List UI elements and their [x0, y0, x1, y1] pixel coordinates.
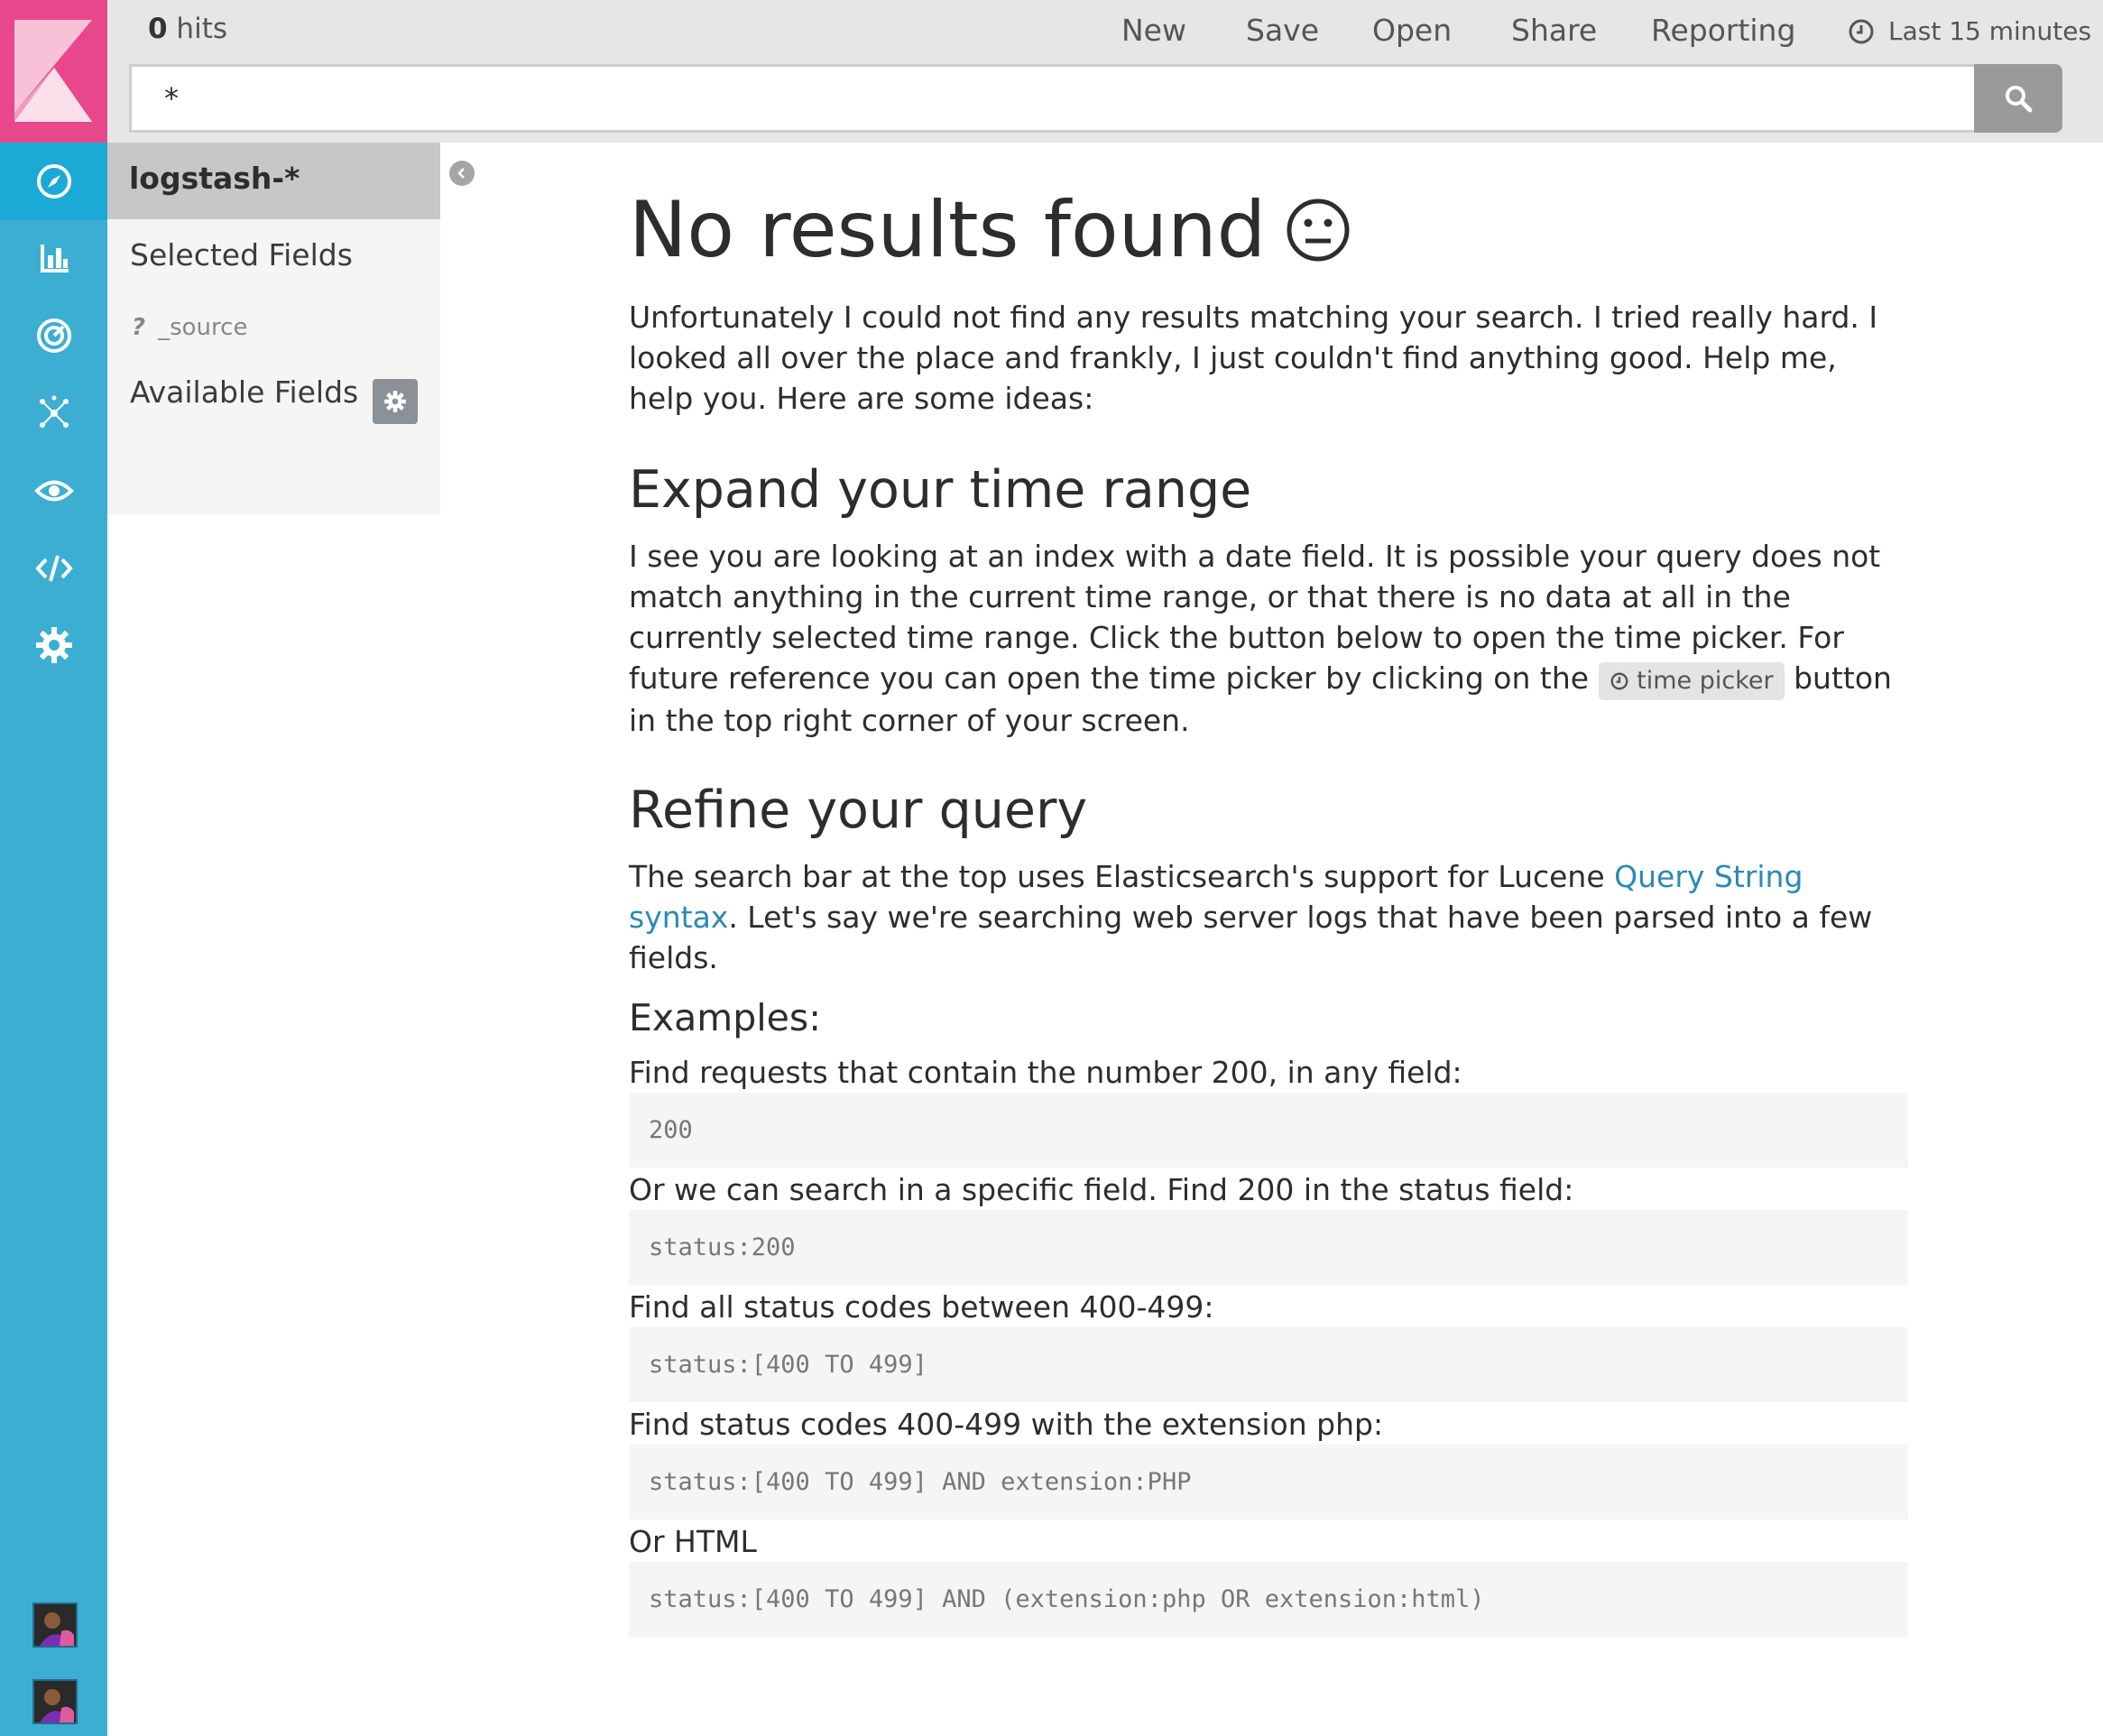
search-input[interactable]	[129, 64, 1993, 133]
neutral-face-icon	[1287, 199, 1350, 262]
available-fields-heading: Available Fields	[130, 374, 359, 410]
timelion-icon[interactable]	[0, 374, 107, 452]
example-description: Or we can search in a specific field. Fi…	[629, 1172, 1574, 1207]
dashboard-icon[interactable]	[0, 297, 107, 374]
example-code: status:[400 TO 499]	[629, 1327, 1908, 1402]
example-description: Find requests that contain the number 20…	[629, 1055, 1462, 1090]
management-icon[interactable]	[0, 606, 107, 684]
intro-text: Unfortunately I could not find any resul…	[629, 300, 1878, 416]
example-description: Find status codes 400-499 with the exten…	[629, 1407, 1384, 1442]
example-code: status:200	[629, 1210, 1908, 1285]
source-field-item[interactable]: ? _source	[132, 314, 247, 341]
save-button[interactable]: Save	[1246, 13, 1319, 48]
selected-fields-heading: Selected Fields	[130, 237, 353, 272]
search-button[interactable]	[1974, 64, 2062, 133]
gear-icon	[384, 391, 406, 412]
refine-query-text: The search bar at the top uses Elasticse…	[629, 859, 1873, 975]
clock-icon	[1610, 672, 1628, 690]
example-description: Find all status codes between 400-499:	[629, 1289, 1214, 1325]
field-settings-button[interactable]	[373, 379, 418, 424]
example-code: status:[400 TO 499] AND (extension:php O…	[629, 1562, 1908, 1637]
chevron-left-icon	[457, 168, 465, 179]
open-button[interactable]: Open	[1372, 13, 1452, 48]
time-picker-button[interactable]: Last 15 minutes	[1847, 16, 2091, 46]
time-range-text: I see you are looking at an index with a…	[629, 539, 1892, 738]
no-results-panel: No results found Unfortunately I could n…	[629, 176, 1910, 1637]
hits-count: 0 hits	[148, 13, 227, 45]
query-bar: 0 hits New Save Open Share Reporting Las…	[107, 0, 2103, 143]
reporting-button[interactable]: Reporting	[1651, 13, 1795, 48]
field-sidebar: logstash-* Selected Fields ? _source Avai…	[107, 143, 440, 514]
search-icon	[2006, 86, 2033, 113]
new-button[interactable]: New	[1121, 13, 1186, 48]
example-description: Or HTML	[629, 1524, 757, 1559]
index-pattern-selector[interactable]: logstash-*	[107, 143, 440, 219]
time-range-heading: Expand your time range	[629, 460, 1252, 520]
logout-avatar-icon[interactable]	[32, 1679, 78, 1724]
user-avatar-icon[interactable]	[32, 1602, 78, 1648]
clock-icon	[1849, 19, 1874, 43]
time-picker-inline-button[interactable]: time picker	[1598, 662, 1785, 700]
unknown-type-icon: ?	[132, 314, 146, 341]
share-button[interactable]: Share	[1511, 13, 1597, 48]
time-range-label: Last 15 minutes	[1888, 16, 2092, 46]
collapse-sidebar-button[interactable]	[449, 161, 475, 186]
dev-tools-icon[interactable]	[0, 530, 107, 607]
visualize-icon[interactable]	[0, 219, 107, 297]
examples-heading: Examples:	[629, 996, 822, 1039]
monitoring-icon[interactable]	[0, 452, 107, 530]
kibana-logo-icon[interactable]	[0, 0, 107, 143]
discover-icon[interactable]	[0, 143, 107, 220]
example-code: status:[400 TO 499] AND extension:PHP	[629, 1445, 1908, 1519]
example-code: 200	[629, 1093, 1908, 1168]
refine-query-heading: Refine your query	[629, 780, 1088, 840]
page-title: No results found	[629, 176, 1910, 284]
global-nav	[0, 0, 107, 1736]
